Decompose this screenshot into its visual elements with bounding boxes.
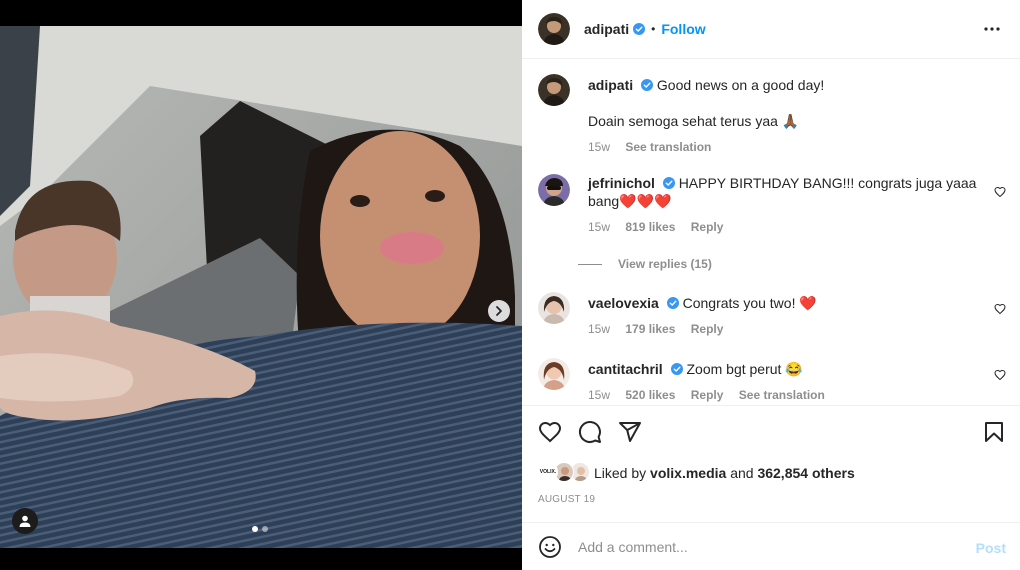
view-replies-button[interactable]: View replies (15) [578, 257, 712, 271]
verified-badge-icon [641, 79, 654, 91]
caption-body: adipati Good news on a good day! Doain s… [588, 76, 980, 156]
caption-username[interactable]: adipati [588, 77, 633, 93]
liked-by-others[interactable]: 362,854 others [757, 465, 854, 481]
caption-time[interactable]: 15w [588, 140, 610, 154]
see-translation-link[interactable]: See translation [739, 388, 825, 402]
emoji-icon[interactable] [538, 535, 562, 559]
comment-meta: 15w 520 likes Reply See translation [588, 386, 980, 404]
comment-message: Zoom bgt perut 😂 [686, 361, 803, 377]
reply-button[interactable]: Reply [691, 388, 724, 402]
bookmark-icon[interactable] [982, 420, 1006, 444]
liker-avatar-label: VOLIX. [539, 469, 557, 475]
comment-likes[interactable]: 179 likes [625, 322, 675, 336]
commenter-avatar[interactable] [538, 292, 570, 324]
chevron-right-icon [496, 306, 502, 316]
follow-button[interactable]: Follow [661, 21, 705, 37]
next-photo-button[interactable] [488, 300, 510, 322]
heart-icon[interactable] [538, 420, 562, 444]
user-tags-button[interactable] [12, 508, 38, 534]
share-icon[interactable] [618, 420, 642, 444]
author-avatar-image [538, 13, 570, 45]
action-icons [538, 420, 642, 444]
caption-avatar-image [538, 74, 570, 106]
comment-meta: 15w 179 likes Reply [588, 320, 980, 338]
liker-avatar: VOLIX. [538, 462, 558, 482]
caption: adipati Good news on a good day! Doain s… [538, 74, 1010, 164]
reply-button[interactable]: Reply [691, 322, 724, 336]
verified-badge-icon [670, 363, 683, 375]
comment-item: cantitachril Zoom bgt perut 😂 15w 520 li… [538, 358, 1010, 405]
comment-item: jefrinichol HAPPY BIRTHDAY BANG!!! congr… [538, 174, 1010, 254]
post-comment-button[interactable]: Post [976, 540, 1006, 556]
more-options-icon[interactable] [982, 19, 1002, 39]
liked-by: VOLIX. Liked by volix.media and 362,854 … [538, 462, 855, 484]
comment-meta: 15w 819 likes Reply [588, 218, 980, 236]
view-replies-label: View replies (15) [618, 257, 712, 271]
comment-likes[interactable]: 520 likes [625, 388, 675, 402]
post-date[interactable]: AUGUST 19 [538, 494, 595, 505]
liked-by-and: and [730, 465, 754, 481]
verified-badge-icon [666, 297, 679, 309]
comment-body: cantitachril Zoom bgt perut 😂 15w 520 li… [588, 360, 980, 404]
commenter-avatar-image [538, 174, 570, 206]
comment-icon[interactable] [578, 420, 602, 444]
carousel-dot [262, 526, 268, 532]
verified-badge-icon [662, 177, 675, 189]
post-sidebar: adipati • Follow adipati Good news on a … [522, 0, 1020, 570]
photo-illustration [0, 26, 522, 548]
comment-body: jefrinichol HAPPY BIRTHDAY BANG!!! congr… [588, 174, 980, 236]
comment-like-heart-icon[interactable] [994, 369, 1006, 381]
comment-likes[interactable]: 819 likes [625, 220, 675, 234]
comment-username[interactable]: vaelovexia [588, 295, 659, 311]
comment-text: cantitachril Zoom bgt perut 😂 [588, 360, 980, 378]
commenter-avatar-image [538, 358, 570, 390]
post-header: adipati • Follow [522, 0, 1020, 59]
liked-by-prefix: Liked by [594, 465, 647, 481]
commenter-avatar-image [538, 292, 570, 324]
liked-by-text: Liked by volix.media and 362,854 others [594, 465, 855, 481]
commenter-avatar[interactable] [538, 358, 570, 390]
liked-by-avatars[interactable]: VOLIX. [538, 462, 594, 484]
caption-meta: 15w See translation [588, 138, 980, 156]
caption-text: adipati Good news on a good day! [588, 76, 980, 94]
add-comment-bar: Post [522, 522, 1020, 570]
author-avatar[interactable] [538, 13, 570, 45]
carousel-dot-active [252, 526, 258, 532]
verified-badge-icon [633, 23, 646, 35]
comment-time[interactable]: 15w [588, 322, 610, 336]
reply-button[interactable]: Reply [691, 220, 724, 234]
author-username[interactable]: adipati [584, 21, 629, 37]
replies-divider-line [578, 264, 602, 266]
add-comment-input[interactable] [578, 538, 948, 555]
comment-body: vaelovexia Congrats you two! ❤️ 15w 179 … [588, 294, 980, 338]
carousel-indicator [252, 526, 268, 532]
liked-by-user[interactable]: volix.media [650, 465, 726, 481]
post-dialog: adipati • Follow adipati Good news on a … [0, 0, 1020, 570]
comment-like-heart-icon[interactable] [994, 186, 1006, 198]
comment-message: Congrats you two! ❤️ [682, 295, 817, 311]
comment-username[interactable]: jefrinichol [588, 175, 655, 191]
see-translation-link[interactable]: See translation [625, 140, 711, 154]
comments-list[interactable]: adipati Good news on a good day! Doain s… [522, 60, 1020, 405]
caption-line-1: Good news on a good day! [656, 77, 825, 93]
post-photo[interactable] [0, 26, 522, 548]
post-actions: VOLIX. Liked by volix.media and 362,854 … [522, 405, 1020, 525]
comment-time[interactable]: 15w [588, 220, 610, 234]
separator-dot: • [651, 22, 656, 36]
caption-line-2: Doain semoga sehat terus yaa 🙏🏾 [588, 113, 800, 129]
comment-text: jefrinichol HAPPY BIRTHDAY BANG!!! congr… [588, 174, 980, 210]
comment-like-heart-icon[interactable] [994, 303, 1006, 315]
comment-time[interactable]: 15w [588, 388, 610, 402]
user-tag-icon [19, 515, 31, 527]
commenter-avatar[interactable] [538, 174, 570, 206]
comment-item: vaelovexia Congrats you two! ❤️ 15w 179 … [538, 292, 1010, 342]
caption-avatar[interactable] [538, 74, 570, 106]
comment-text: vaelovexia Congrats you two! ❤️ [588, 294, 980, 312]
comment-username[interactable]: cantitachril [588, 361, 663, 377]
